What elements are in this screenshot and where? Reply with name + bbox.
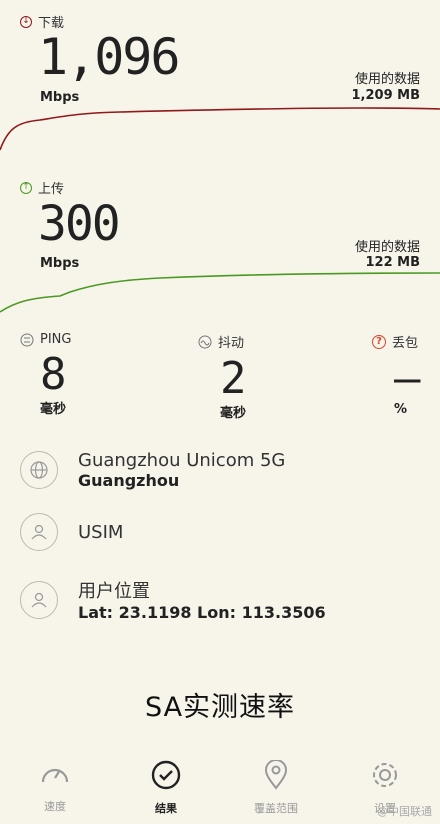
jitter-unit: 毫秒	[220, 406, 247, 421]
network-info-row: Guangzhou Unicom 5G Guangzhou	[20, 450, 285, 490]
sim-info-row: USIM	[20, 513, 123, 551]
nav-results-label: 结果	[155, 802, 177, 815]
jitter-icon	[198, 335, 212, 348]
upload-data-used-label: 使用的数据	[354, 240, 420, 255]
nav-speed[interactable]: 速度	[15, 760, 95, 814]
jitter-value: 2	[220, 353, 247, 404]
ping-metric: PING 8 毫秒	[20, 332, 130, 417]
ping-icon	[20, 333, 34, 346]
user-icon	[20, 580, 58, 619]
nav-coverage-label: 覆盖范围	[254, 802, 298, 815]
upload-speed-value: 300	[38, 196, 121, 252]
nav-results[interactable]: 结果	[126, 760, 206, 816]
download-speed-value: 1,096	[38, 28, 181, 86]
caption-text: SA实测速率	[144, 692, 296, 723]
download-arrow-icon: ↓	[20, 15, 32, 28]
nav-coverage[interactable]: 覆盖范围	[236, 759, 316, 816]
question-icon[interactable]: ?	[372, 334, 386, 349]
watermark: @中国联通	[377, 805, 432, 818]
ping-value: 8	[40, 349, 67, 400]
sim-type: USIM	[78, 521, 124, 543]
check-circle-icon	[151, 760, 181, 790]
ping-unit: 毫秒	[40, 402, 67, 417]
location-pin-icon	[264, 759, 288, 790]
upload-arrow-icon: ↑	[20, 181, 32, 194]
location-coordinates: Lat: 23.1198 Lon: 113.3506	[78, 603, 326, 622]
packet-loss-unit: %	[394, 402, 408, 417]
location-info-row: 用户位置 Lat: 23.1198 Lon: 113.3506	[20, 577, 326, 622]
network-name: Guangzhou Unicom 5G	[78, 450, 286, 471]
packet-loss-value: –	[394, 353, 421, 404]
user-icon	[20, 513, 58, 551]
gear-icon	[373, 763, 397, 787]
location-title: 用户位置	[78, 581, 150, 602]
packet-loss-metric: ? 丢包 – %	[372, 332, 432, 417]
upload-label: ↑ 上传	[20, 178, 64, 197]
speedometer-icon	[41, 768, 69, 783]
globe-icon	[20, 451, 58, 489]
download-data-used-label: 使用的数据	[354, 72, 420, 87]
download-speed-graph	[0, 107, 440, 151]
network-city: Guangzhou	[78, 471, 180, 490]
upload-speed-graph	[0, 272, 440, 313]
jitter-metric: 抖动 2 毫秒	[198, 332, 308, 421]
nav-speed-label: 速度	[44, 800, 66, 813]
